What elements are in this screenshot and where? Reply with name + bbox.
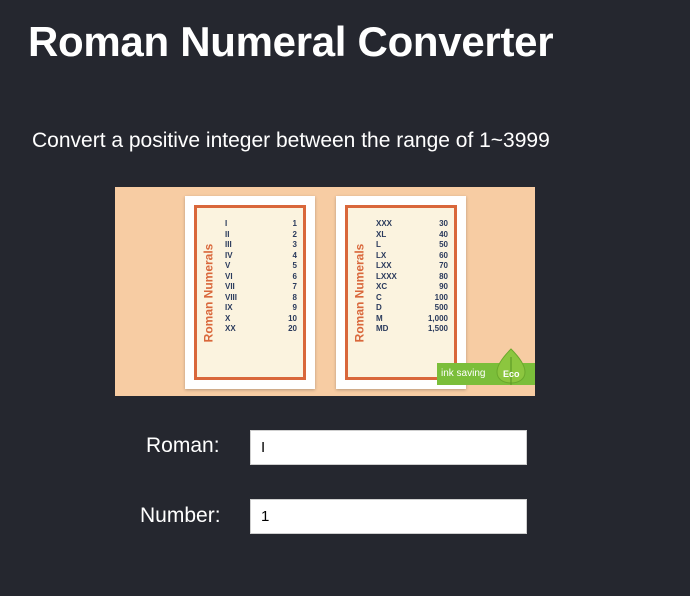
numeral-row: VIII 8	[225, 293, 297, 304]
number-cell: 5	[292, 261, 297, 270]
numeral-row: L 50	[376, 240, 448, 251]
numeral-row: IX 9	[225, 303, 297, 314]
numeral-row: M 1,000	[376, 314, 448, 325]
numeral-row: XC 90	[376, 282, 448, 293]
numeral-row: LX 60	[376, 251, 448, 262]
number-cell: 1,500	[427, 324, 448, 333]
number-input[interactable]	[250, 499, 527, 534]
numeral-row: X 10	[225, 314, 297, 325]
numeral-row: III 3	[225, 240, 297, 251]
numeral-row: V5	[225, 261, 297, 272]
numeral-row: VI 6	[225, 272, 297, 283]
roman-cell: IX	[225, 303, 233, 312]
roman-cell: VII	[225, 282, 235, 291]
numerals-card-left: Roman Numerals I 1 II 2 III 3 IV 4 V 5 VI 6 VII 7 VIII…	[185, 196, 315, 389]
badge-text: ink saving	[441, 368, 486, 379]
eco-badge: ink saving Eco	[437, 348, 535, 385]
numeral-row: C 100	[376, 293, 448, 304]
number-cell: 50	[439, 240, 448, 249]
roman-cell: LX	[376, 250, 387, 260]
numeral-row: MD 1,500	[376, 324, 448, 335]
roman-cell: I	[225, 219, 228, 228]
page-subtitle: Convert a positive integer between the r…	[32, 129, 550, 152]
number-cell: 10	[288, 313, 297, 323]
number-cell: 1,000	[427, 313, 448, 323]
roman-cell: IV	[225, 250, 233, 260]
numeral-row: XXX 30	[376, 219, 448, 230]
roman-label: Roman:	[146, 434, 220, 457]
number-cell: 4	[292, 250, 297, 260]
numeral-row: D 500	[376, 303, 448, 314]
numeral-row: IV 4	[225, 251, 297, 262]
card-heading: Roman Numerals	[352, 243, 367, 342]
number-cell: 80	[439, 271, 448, 281]
numeral-row: LXXX 80	[376, 272, 448, 283]
numeral-row: VII 7	[225, 282, 297, 293]
roman-cell: X	[225, 313, 231, 323]
roman-cell: M	[376, 313, 383, 323]
roman-cell: LXXX	[376, 271, 397, 281]
numerals-table-right: XXX 30 XL 40 L 50 LX 60 LXX 70 LXXX 80 XC 90 C 100 D 500 M…	[376, 219, 448, 335]
number-cell: 40	[439, 229, 448, 239]
roman-cell: III	[225, 240, 232, 249]
roman-numerals-chart-image: Roman Numerals I 1 II 2 III 3 IV 4 V 5 VI 6 VII 7 VIII…	[115, 187, 535, 396]
number-cell: 90	[439, 282, 448, 291]
roman-cell: VIII	[225, 292, 238, 302]
roman-cell: L	[376, 240, 381, 249]
roman-cell: VI	[225, 271, 233, 281]
roman-cell: C	[376, 292, 382, 302]
number-cell: 60	[439, 250, 448, 260]
number-cell: 8	[292, 292, 297, 302]
number-cell: 9	[292, 303, 297, 312]
numerals-table-left: I 1 II 2 III 3 IV 4 V 5 VI 6 VII 7 VIII 8 IX 9 X 10 XX 20	[225, 219, 297, 335]
number-cell: 3	[292, 240, 297, 249]
roman-cell: XXX	[376, 219, 393, 228]
card-heading: Roman Numerals	[201, 243, 216, 342]
number-cell: 30	[439, 219, 448, 228]
roman-cell: XC	[376, 282, 388, 291]
number-cell: 20	[288, 324, 297, 333]
number-cell: 100	[434, 292, 448, 302]
numeral-row: I1	[225, 219, 297, 230]
badge-eco-text: Eco	[503, 369, 520, 379]
numeral-row: XL 40	[376, 230, 448, 241]
number-cell: 6	[292, 271, 297, 281]
numeral-row: XX 20	[225, 324, 297, 335]
number-cell: 2	[292, 229, 297, 239]
roman-cell: LXX	[376, 261, 392, 270]
number-cell: 7	[292, 282, 297, 291]
number-cell: 70	[439, 261, 448, 270]
roman-input[interactable]	[250, 430, 527, 465]
roman-cell: D	[376, 303, 382, 312]
numeral-row: LXX 70	[376, 261, 448, 272]
roman-cell: II	[225, 229, 230, 239]
page-title: Roman Numeral Converter	[28, 18, 554, 65]
numerals-card-right: Roman Numerals XXX 30 XL 40 L 50 LX 60 LXX 70 LXXX…	[336, 196, 466, 389]
roman-cell: XX	[225, 324, 236, 333]
number-cell: 1	[292, 219, 297, 228]
number-label: Number:	[140, 504, 221, 527]
roman-cell: MD	[376, 324, 389, 333]
number-cell: 500	[434, 303, 448, 312]
numeral-row: II 2	[225, 230, 297, 241]
roman-cell: V	[225, 261, 231, 270]
roman-cell: XL	[376, 229, 387, 239]
